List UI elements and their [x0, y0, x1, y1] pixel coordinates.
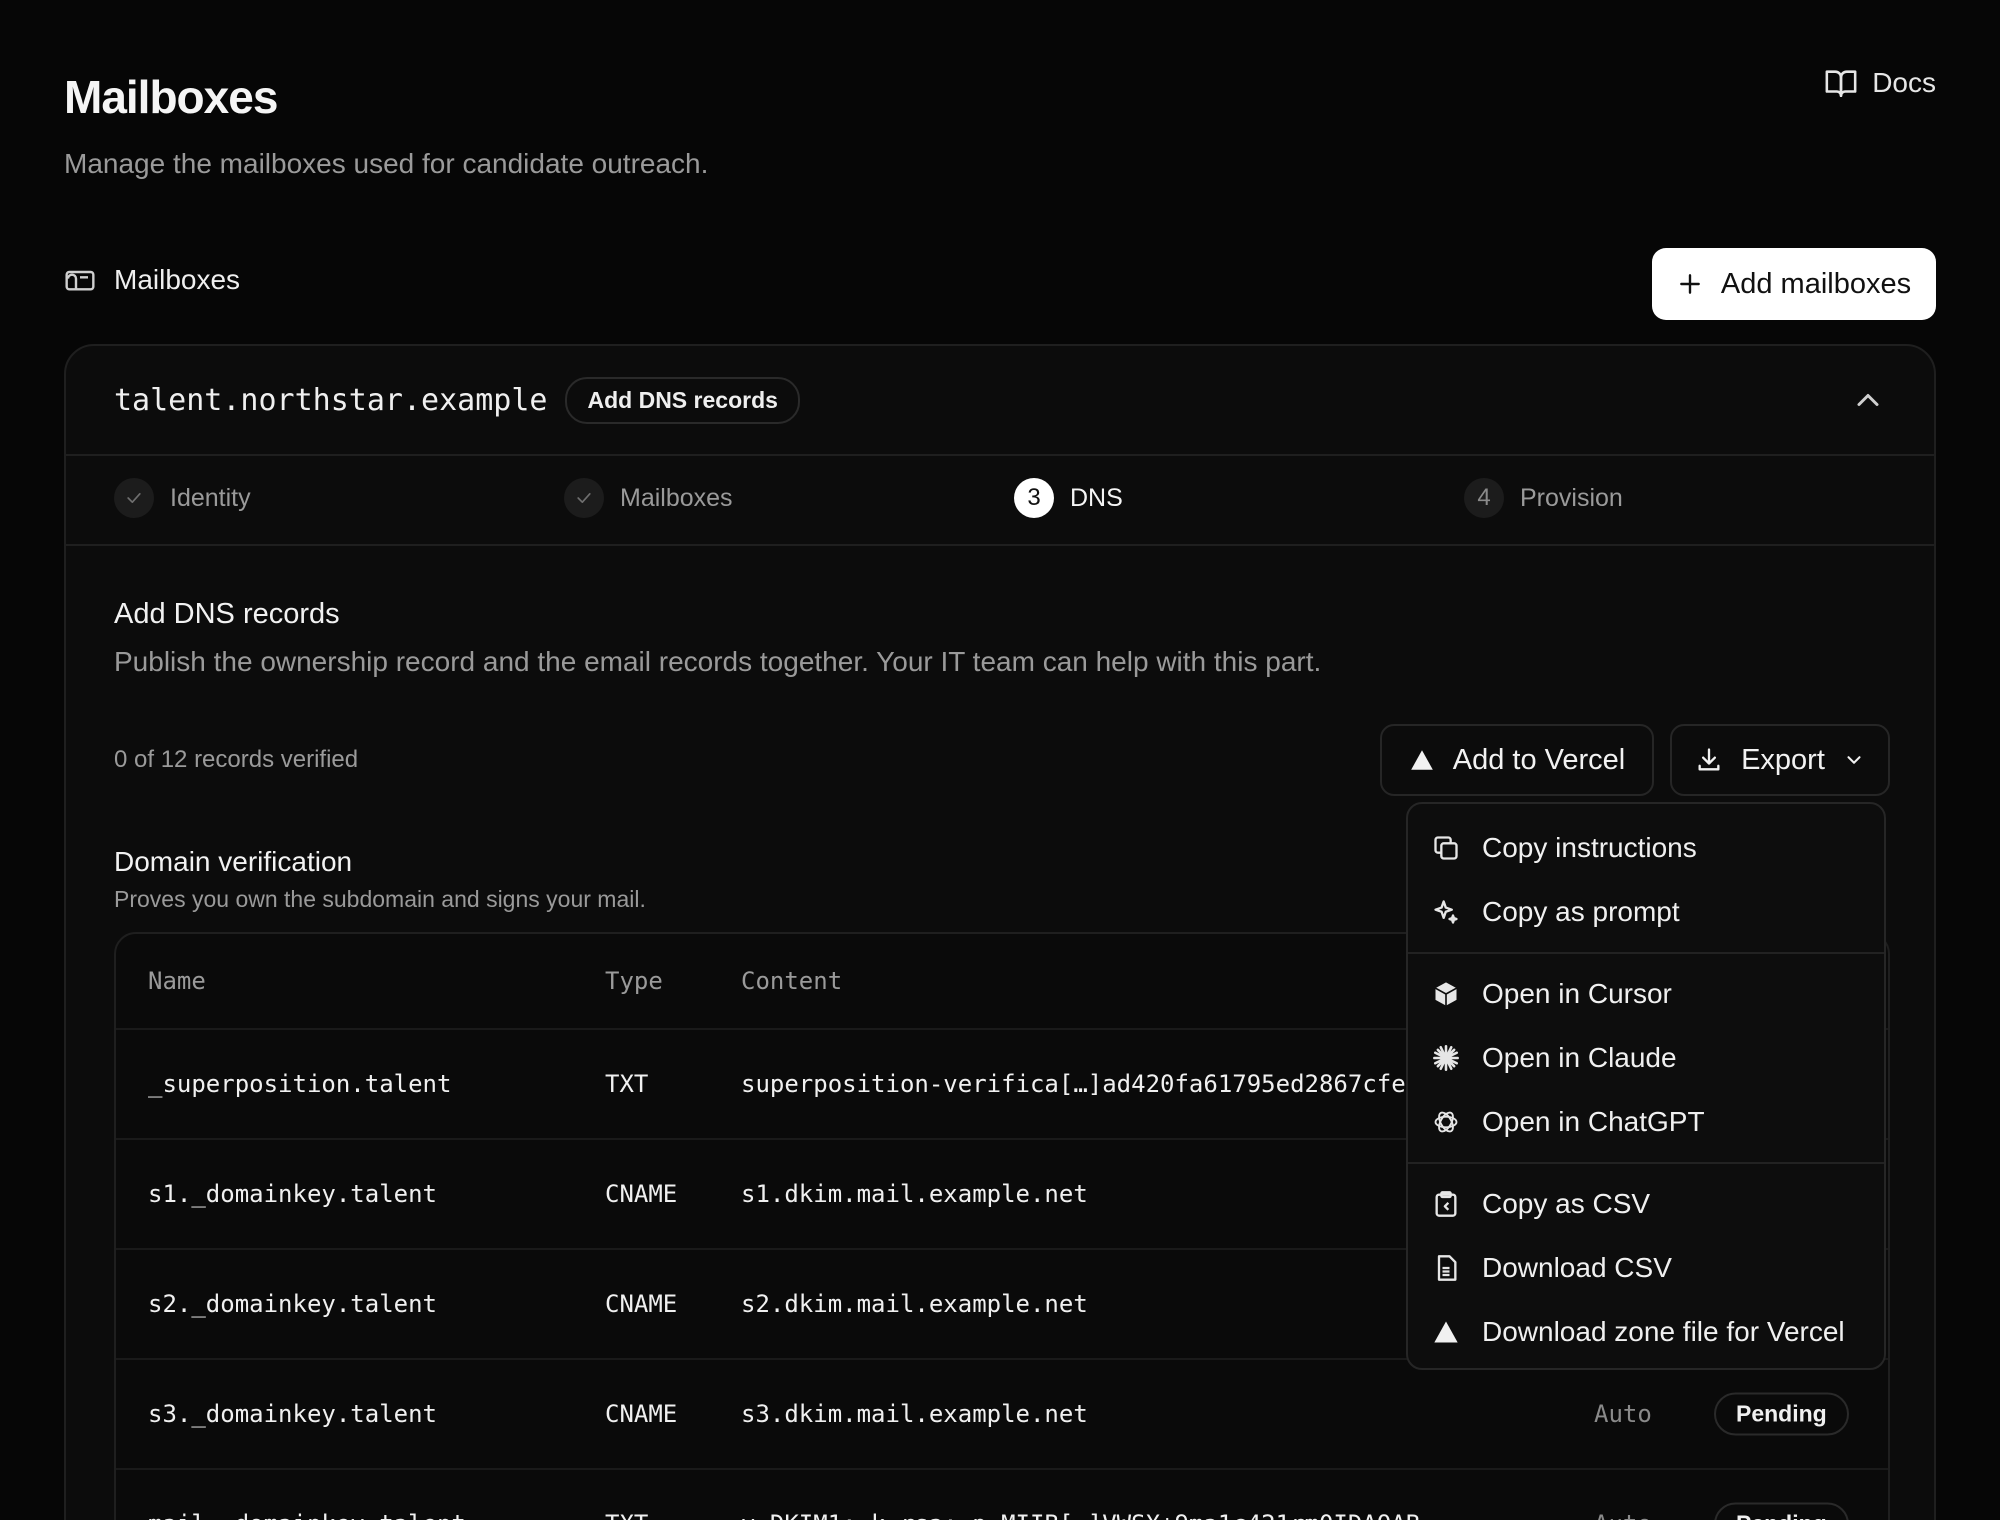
record-type: CNAME — [605, 1290, 678, 1318]
menu-divider — [1408, 952, 1884, 954]
menu-item-label: Copy instructions — [1482, 832, 1697, 863]
menu-item-label: Open in Cursor — [1482, 978, 1672, 1009]
export-button[interactable]: Export — [1670, 724, 1890, 796]
add-to-vercel-button[interactable]: Add to Vercel — [1380, 724, 1654, 796]
add-to-vercel-label: Add to Vercel — [1452, 743, 1626, 776]
menu-item-copy-as-prompt[interactable]: Copy as prompt — [1408, 880, 1884, 944]
menu-item-download-csv[interactable]: Download CSV — [1408, 1236, 1884, 1300]
menu-item-label: Download zone file for Vercel — [1482, 1316, 1845, 1347]
record-type: CNAME — [605, 1400, 678, 1428]
export-label: Export — [1741, 743, 1825, 776]
record-content[interactable]: v=DKIM1; k=rsa; p=MIIB[…]VWSX+9ma1c421rm… — [741, 1510, 1420, 1520]
step-label: Identity — [170, 483, 251, 512]
file-icon — [1437, 1255, 1457, 1281]
export-menu: Copy instructions Copy as prompt Open in… — [1406, 802, 1886, 1370]
record-type: CNAME — [605, 1180, 678, 1208]
page-subtitle: Manage the mailboxes used for candidate … — [64, 148, 709, 179]
status-badge: Pending — [1714, 1502, 1849, 1520]
step-label: DNS — [1070, 483, 1123, 512]
mailbox-icon — [65, 270, 95, 291]
step-label: Mailboxes — [620, 483, 733, 512]
step-provision[interactable]: 4 Provision — [1464, 478, 1623, 518]
section-label: Mailboxes — [114, 264, 241, 295]
step-number: 3 — [1014, 478, 1054, 518]
dns-description: Publish the ownership record and the ema… — [114, 646, 1322, 677]
check-icon — [564, 478, 604, 518]
menu-item-label: Download CSV — [1482, 1252, 1672, 1283]
menu-item-label: Copy as prompt — [1482, 896, 1680, 927]
step-number: 4 — [1464, 478, 1504, 518]
record-ttl: Auto — [1594, 1510, 1652, 1520]
menu-item-open-in-chatgpt[interactable]: Open in ChatGPT — [1408, 1090, 1884, 1154]
record-type: TXT — [605, 1510, 648, 1520]
book-open-icon — [1825, 70, 1857, 98]
domain-card-header[interactable]: talent.northstar.example Add DNS records — [66, 346, 1934, 456]
record-content[interactable]: s1.dkim.mail.example.net — [741, 1180, 1088, 1208]
menu-item-label: Copy as CSV — [1482, 1188, 1651, 1219]
record-content[interactable]: superposition-verifica[…]ad420fa61795ed2… — [741, 1070, 1406, 1098]
clipboard-icon — [1435, 1191, 1457, 1217]
menu-item-label: Open in ChatGPT — [1482, 1106, 1705, 1137]
step-mailboxes[interactable]: Mailboxes — [564, 478, 733, 518]
column-header-name: Name — [148, 967, 206, 995]
step-identity[interactable]: Identity — [114, 478, 251, 518]
domain-name: talent.northstar.example — [114, 382, 548, 418]
menu-item-open-in-cursor[interactable]: Open in Cursor — [1408, 962, 1884, 1026]
add-mailboxes-label: Add mailboxes — [1720, 267, 1912, 300]
record-name[interactable]: s3._domainkey.talent — [148, 1400, 437, 1428]
status-badge: Pending — [1714, 1392, 1849, 1436]
stepper: Identity Mailboxes 3 DNS 4 Provision — [66, 456, 1934, 546]
download-icon — [1698, 748, 1720, 771]
table-row: s3._domainkey.talent CNAME s3.dkim.mail.… — [116, 1360, 1888, 1470]
record-name[interactable]: s1._domainkey.talent — [148, 1180, 437, 1208]
step-dns[interactable]: 3 DNS — [1014, 478, 1123, 518]
dns-title: Add DNS records — [114, 598, 340, 630]
menu-item-open-in-claude[interactable]: Open in Claude — [1408, 1026, 1884, 1090]
chevron-up-icon[interactable] — [1850, 382, 1886, 418]
menu-item-label: Open in Claude — [1482, 1042, 1677, 1073]
plus-icon — [1680, 274, 1700, 294]
docs-link[interactable]: Docs — [1824, 66, 1936, 100]
sparkle-icon — [1434, 900, 1458, 924]
check-icon — [114, 478, 154, 518]
table-row: mail._domainkey.talent TXT v=DKIM1; k=rs… — [116, 1470, 1888, 1520]
step-label: Provision — [1520, 483, 1623, 512]
vercel-icon — [1410, 750, 1433, 770]
menu-divider — [1408, 1162, 1884, 1164]
verified-count: 0 of 12 records verified — [114, 746, 359, 773]
status-badge: Add DNS records — [565, 376, 800, 424]
section-header: Mailboxes — [64, 264, 240, 296]
page-title: Mailboxes — [64, 71, 278, 123]
docs-label: Docs — [1872, 67, 1936, 98]
menu-item-copy-as-csv[interactable]: Copy as CSV — [1408, 1172, 1884, 1236]
column-header-type: Type — [605, 967, 663, 995]
record-content[interactable]: s3.dkim.mail.example.net — [741, 1400, 1088, 1428]
record-name[interactable]: mail._domainkey.talent — [148, 1510, 466, 1520]
cursor-icon — [1435, 982, 1457, 1006]
domain-verification-title: Domain verification — [114, 846, 353, 877]
record-type: TXT — [605, 1070, 649, 1098]
menu-item-copy-instructions[interactable]: Copy instructions — [1408, 816, 1884, 880]
record-content[interactable]: s2.dkim.mail.example.net — [741, 1290, 1088, 1318]
domain-verification-description: Proves you own the subdomain and signs y… — [114, 886, 646, 912]
chatgpt-icon — [1434, 1111, 1458, 1133]
record-name[interactable]: _superposition.talent — [148, 1070, 451, 1098]
record-ttl: Auto — [1594, 1400, 1652, 1428]
menu-item-download-zone-file[interactable]: Download zone file for Vercel — [1408, 1300, 1884, 1364]
claude-icon — [1433, 1045, 1459, 1071]
record-name[interactable]: s2._domainkey.talent — [148, 1290, 437, 1318]
add-mailboxes-button[interactable]: Add mailboxes — [1652, 248, 1936, 320]
chevron-down-icon — [1847, 756, 1861, 764]
vercel-icon — [1434, 1321, 1458, 1343]
column-header-content: Content — [741, 967, 843, 995]
copy-icon — [1434, 836, 1458, 860]
